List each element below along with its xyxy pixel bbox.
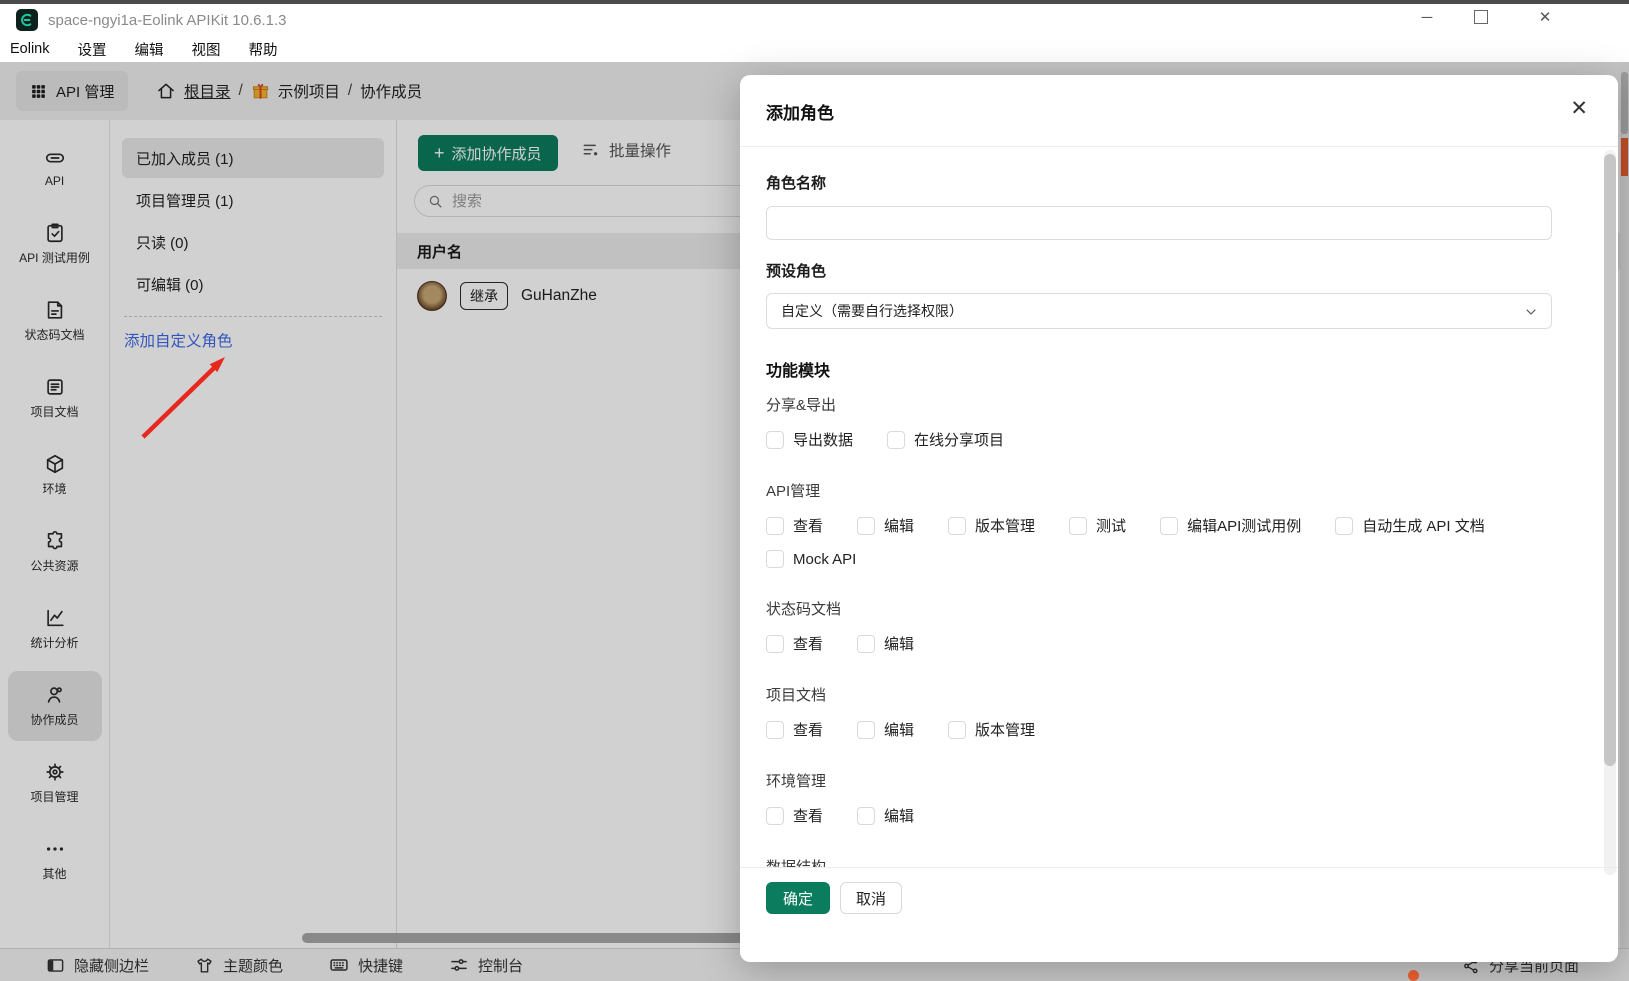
permission-option[interactable]: 版本管理 (948, 719, 1035, 740)
permission-option[interactable]: 在线分享项目 (887, 429, 1004, 450)
chevron-down-icon (1523, 304, 1539, 320)
permission-option[interactable]: 测试 (1069, 515, 1126, 536)
cancel-button[interactable]: 取消 (840, 882, 903, 914)
permission-section-project-doc: 项目文档 查看 编辑 版本管理 (766, 687, 1036, 740)
preset-role-select[interactable]: 自定义（需要自行选择权限） (766, 293, 1552, 329)
minimize-button[interactable]: ─ (1404, 2, 1450, 32)
notification-dot (1408, 970, 1419, 981)
menubar: Eolink 设置 编辑 视图 帮助 (0, 36, 1629, 62)
permission-option[interactable]: 版本管理 (948, 515, 1035, 536)
checkbox[interactable] (857, 806, 876, 825)
maximize-button[interactable] (1458, 2, 1504, 32)
checkbox[interactable] (766, 516, 784, 535)
permission-option[interactable]: 编辑 (857, 805, 914, 826)
menu-view[interactable]: 视图 (190, 37, 223, 62)
titlebar: space-ngyi1a-Eolink APIKit 10.6.1.3 (0, 4, 1629, 36)
permission-option[interactable]: 查看 (766, 805, 823, 826)
permission-section-status-code-doc: 状态码文档 查看 编辑 (766, 601, 915, 654)
window-title: space-ngyi1a-Eolink APIKit 10.6.1.3 (48, 11, 287, 29)
permission-section-data-structure: 数据结构 (766, 856, 1552, 867)
close-window-button[interactable]: ✕ (1522, 2, 1568, 32)
checkbox[interactable] (1160, 516, 1179, 535)
menu-eolink[interactable]: Eolink (8, 39, 52, 59)
permission-option[interactable]: 编辑API测试用例 (1160, 515, 1301, 536)
app-window: space-ngyi1a-Eolink APIKit 10.6.1.3 ─ ✕ … (0, 0, 1629, 981)
permission-option[interactable]: 编辑 (857, 719, 914, 740)
permission-option[interactable]: 导出数据 (766, 429, 853, 450)
dialog-title: 添加角色 (766, 104, 834, 123)
checkbox[interactable] (857, 634, 876, 653)
checkbox[interactable] (857, 516, 876, 535)
permission-option[interactable]: 查看 (766, 515, 823, 536)
role-name-label: 角色名称 (766, 175, 827, 192)
role-name-input[interactable] (766, 206, 1552, 240)
menu-help[interactable]: 帮助 (247, 37, 280, 62)
permission-section-environment: 环境管理 查看 编辑 (766, 773, 915, 826)
checkbox[interactable] (766, 430, 784, 449)
checkbox[interactable] (766, 634, 784, 653)
checkbox[interactable] (766, 550, 784, 568)
checkbox[interactable] (948, 720, 967, 739)
permission-section-api-management: API管理 查看 编辑 版本管理 测试 编辑API测试用例 自动生成 API 文… (766, 483, 1485, 568)
modules-title: 功能模块 (766, 363, 831, 380)
dialog-scrollbar-thumb[interactable] (1604, 154, 1616, 766)
permission-option[interactable]: 查看 (766, 719, 823, 740)
checkbox[interactable] (1069, 516, 1088, 535)
add-role-dialog: 添加角色 ✕ 角色名称 预设角色 自定义（需要自行选择权限） 功能模块 分享&导… (740, 75, 1618, 962)
permission-option[interactable]: 编辑 (857, 515, 914, 536)
checkbox[interactable] (887, 430, 906, 449)
dialog-scrollbar-track[interactable] (1604, 150, 1616, 875)
dialog-header: 添加角色 ✕ (740, 75, 1618, 147)
permission-option[interactable]: 自动生成 API 文档 (1335, 515, 1485, 536)
preset-role-label: 预设角色 (766, 263, 827, 280)
checkbox[interactable] (948, 516, 967, 535)
checkbox[interactable] (766, 806, 784, 825)
annotation-arrow (141, 357, 225, 439)
dialog-close-icon[interactable]: ✕ (1570, 97, 1588, 121)
confirm-button[interactable]: 确定 (766, 882, 831, 914)
permission-option[interactable]: Mock API (766, 550, 856, 568)
checkbox[interactable] (766, 720, 784, 739)
app-logo-icon (16, 9, 38, 31)
preset-role-value: 自定义（需要自行选择权限） (781, 303, 963, 319)
permission-section-share-export: 分享&导出 导出数据 在线分享项目 (766, 397, 1005, 450)
dialog-body: 角色名称 预设角色 自定义（需要自行选择权限） 功能模块 分享&导出 导出数据 … (740, 146, 1618, 867)
permission-option[interactable]: 查看 (766, 633, 823, 654)
menu-edit[interactable]: 编辑 (133, 37, 166, 62)
checkbox[interactable] (1335, 516, 1354, 535)
maximize-icon (1474, 10, 1488, 24)
permission-option[interactable]: 编辑 (857, 633, 914, 654)
checkbox[interactable] (857, 720, 876, 739)
menu-settings[interactable]: 设置 (76, 37, 109, 62)
dialog-footer: 确定 取消 (740, 867, 1618, 962)
